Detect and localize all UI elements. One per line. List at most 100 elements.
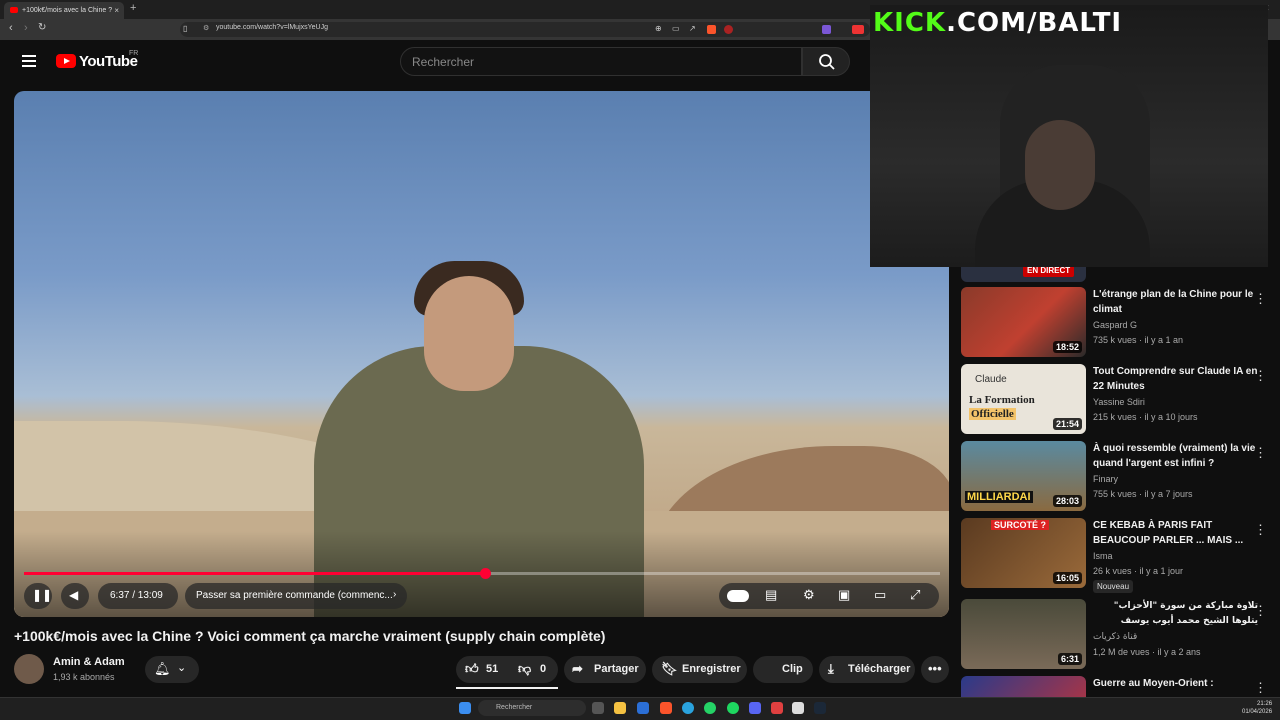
recommendation-channel[interactable]: Gaspard G [1093,320,1137,330]
recommendation-thumbnail[interactable]: SURCOTÉ ? 16:05 [961,518,1086,588]
volume-button[interactable]: ◀ [61,583,89,609]
menu-icon[interactable] [22,55,36,67]
recommendation-title[interactable]: Guerre au Moyen-Orient : [1093,676,1258,691]
autoplay-toggle[interactable] [727,590,749,602]
youtube-favicon-icon [10,7,18,13]
more-vertical-icon[interactable]: ⋮ [1254,603,1267,619]
notification-bell-button[interactable]: 🔔︎ ⌄ [145,656,199,683]
recommendation-channel[interactable]: Isma [1093,551,1113,561]
scrubber-handle[interactable] [479,568,491,579]
telegram-icon[interactable] [682,702,694,714]
store-icon[interactable] [637,702,649,714]
start-icon[interactable] [459,702,471,714]
recommendation-title[interactable]: À quoi ressemble (vraiment) la vie quand… [1093,441,1258,471]
tab-title: +100k€/mois avec la Chine ? [22,7,113,14]
recommendation-thumbnail[interactable]: 18:52 [961,287,1086,357]
spotify-icon[interactable] [727,702,739,714]
back-icon[interactable]: ‹ [9,22,13,34]
clip-button[interactable]: Clip [753,656,813,683]
progress-bar[interactable] [24,568,940,579]
recommendation-item[interactable]: SURCOTÉ ? 16:05 CE KEBAB À PARIS FAIT BE… [961,518,1271,593]
like-count[interactable]: 51 [486,663,498,675]
app-icon[interactable] [771,702,783,714]
recommendation-meta: 755 k vues · il y a 7 jours [1093,489,1193,499]
recommendation-channel[interactable]: Yassine Sdiri [1093,397,1145,407]
recommendation-item[interactable]: 18:52 L'étrange plan de la Chine pour le… [961,287,1271,359]
recommendation-title[interactable]: CE KEBAB À PARIS FAIT BEAUCOUP PARLER ..… [1093,518,1258,548]
recommendation-thumbnail[interactable] [961,676,1086,697]
fullscreen-icon[interactable]: ⤢ [910,587,920,603]
like-icon[interactable]: 👍︎ [465,661,479,677]
new-tab-button[interactable]: + [130,2,136,14]
more-actions-button[interactable]: ••• [921,656,949,683]
discord-icon[interactable] [749,702,761,714]
more-vertical-icon[interactable]: ⋮ [1254,291,1267,307]
save-button[interactable]: 🔖︎ Enregistrer [652,656,747,683]
cast-icon[interactable]: ▭ [874,587,886,603]
rewards-icon[interactable] [724,25,733,34]
recommendation-title[interactable]: L'étrange plan de la Chine pour le clima… [1093,287,1258,317]
youtube-logo-icon[interactable] [56,54,76,68]
recommendation-item[interactable]: Claude La Formation Officielle 21:54 Tou… [961,364,1271,436]
like-underline [456,687,558,689]
channel-avatar[interactable] [14,654,44,684]
zoom-icon[interactable]: ⊕ [655,24,662,33]
taskbar-search[interactable]: Rechercher [478,700,586,716]
duration-badge: 28:03 [1052,495,1082,507]
browser-tab[interactable]: +100k€/mois avec la Chine ? × [4,2,124,19]
steam-icon[interactable] [814,702,826,714]
screen-icon[interactable]: ▭ [672,24,680,33]
like-dislike-group: 👍︎ 51 👎︎ 0 [456,656,558,683]
duration-badge: 21:54 [1052,418,1082,430]
bookmark-icon[interactable]: ▯ [183,24,187,33]
miniplayer-icon[interactable]: ▣ [838,587,850,603]
site-info-icon[interactable]: ⚙ [203,24,209,32]
settings-icon[interactable]: ⚙ [803,587,815,603]
recommendation-title[interactable]: تلاوة مباركة من سورة "الأحزاب" يتلوها ال… [1093,599,1258,629]
more-vertical-icon[interactable]: ⋮ [1254,445,1267,461]
download-label: Télécharger [848,663,911,675]
recommendation-thumbnail[interactable]: Claude La Formation Officielle 21:54 [961,364,1086,434]
channel-name[interactable]: Amin & Adam [53,656,125,668]
task-view-icon[interactable] [592,702,604,714]
download-button[interactable]: ⤓ Télécharger [819,656,915,683]
url-text[interactable]: youtube.com/watch?v=lMujxsYeUJg [216,24,328,31]
recommendation-meta: 215 k vues · il y a 10 jours [1093,412,1198,422]
more-vertical-icon[interactable]: ⋮ [1254,522,1267,538]
forward-icon[interactable]: › [24,22,28,34]
dislike-icon[interactable]: 👎︎ [518,661,531,677]
thumb-text: Officielle [969,408,1016,420]
brave-shield-icon[interactable] [707,25,716,34]
extension-badge[interactable] [852,25,864,34]
file-explorer-icon[interactable] [614,702,626,714]
share-icon: ➦ [572,661,583,676]
brave-icon[interactable] [660,702,672,714]
pause-button[interactable]: ❚❚ [24,583,52,609]
country-code: FR [129,50,139,57]
subtitles-icon[interactable]: ▤ [765,587,777,603]
recommendation-item[interactable]: 6:31 تلاوة مباركة من سورة "الأحزاب" يتلو… [961,599,1271,671]
video-player[interactable] [14,91,949,617]
recommendation-item[interactable]: MILLIARDAI 28:03 À quoi ressemble (vraim… [961,441,1271,513]
recommendation-thumbnail[interactable]: MILLIARDAI 28:03 [961,441,1086,511]
dislike-count: 0 [540,663,547,675]
more-vertical-icon[interactable]: ⋮ [1254,368,1267,384]
recommendation-item[interactable]: Guerre au Moyen-Orient : ⋮ [961,676,1271,697]
recommendation-thumbnail[interactable]: 6:31 [961,599,1086,669]
close-tab-icon[interactable]: × [114,2,119,19]
recommendation-channel[interactable]: Finary [1093,474,1118,484]
chapter-title: Passer sa première commande (commenc... [196,590,393,601]
reload-icon[interactable]: ↻ [38,22,46,33]
search-icon [819,54,835,70]
recommendation-channel[interactable]: قناة ذكريات [1093,632,1137,642]
more-vertical-icon[interactable]: ⋮ [1254,680,1267,696]
recommendation-title[interactable]: Tout Comprendre sur Claude IA en 22 Minu… [1093,364,1258,394]
system-clock[interactable]: 21:26 01/04/2026 [1242,700,1272,716]
whatsapp-icon[interactable] [704,702,716,714]
share-button[interactable]: ➦ Partager [564,656,646,683]
search-button[interactable] [802,47,850,76]
share-page-icon[interactable]: ↗ [689,24,696,33]
notion-icon[interactable] [792,702,804,714]
extension-icon[interactable] [822,25,831,34]
chapter-button[interactable]: Passer sa première commande (commenc... … [185,583,407,609]
